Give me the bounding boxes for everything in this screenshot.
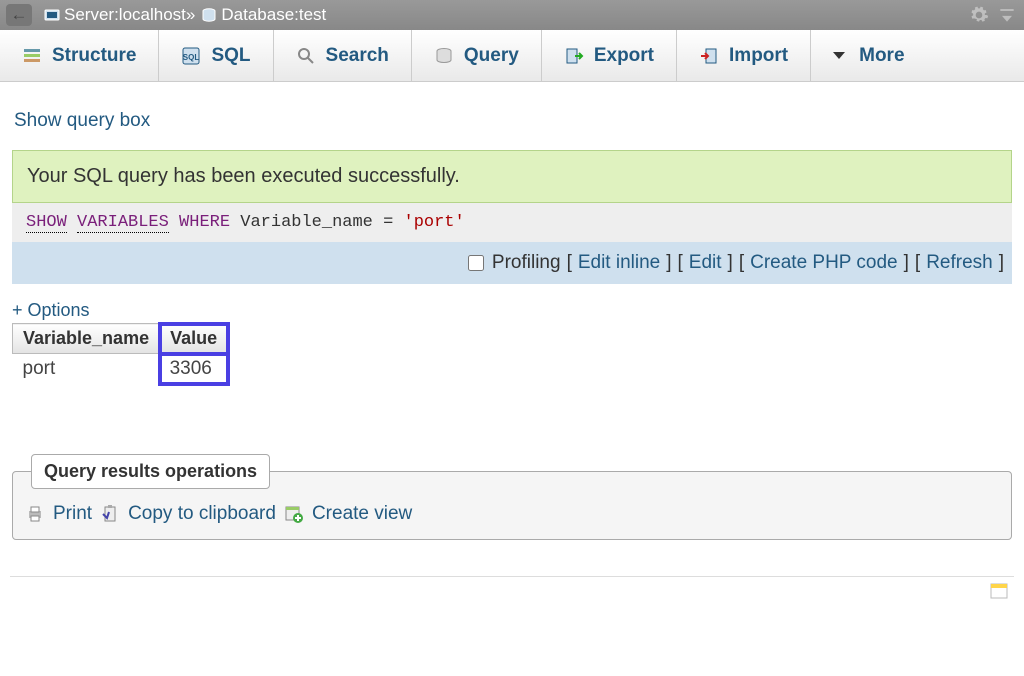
profiling-checkbox[interactable] [468,255,484,271]
breadcrumb-db-label: Database: [221,5,299,25]
tab-label: Import [729,45,788,67]
cell-variable-name: port [13,354,160,385]
clipboard-icon [100,504,120,524]
edit-link[interactable]: Edit [689,252,722,274]
create-view-link[interactable]: Create view [312,503,412,525]
tabs: Structure SQL SQL Search Query Export Im… [0,30,1024,82]
sql-ident: Variable_name [240,213,373,232]
server-icon [44,7,60,23]
back-button[interactable]: ← [6,4,32,26]
tab-label: Export [594,45,654,67]
ops-legend: Query results operations [31,454,270,489]
tab-query[interactable]: Query [412,30,542,81]
table-row: port 3306 [13,354,228,385]
profiling-label: Profiling [492,252,561,274]
copy-clipboard-link[interactable]: Copy to clipboard [128,503,276,525]
tab-sql[interactable]: SQL SQL [159,30,273,81]
edit-inline-link[interactable]: Edit inline [578,252,660,274]
breadcrumb-server-label: Server: [64,5,119,25]
tab-export[interactable]: Export [542,30,677,81]
sql-keyword: WHERE [179,213,230,232]
export-icon [564,46,584,66]
tab-label: More [859,45,904,67]
sql-string: 'port' [404,213,465,232]
success-message: Your SQL query has been executed success… [12,150,1012,203]
sql-keyword: VARIABLES [77,213,169,233]
breadcrumb: ← Server: localhost » Database: test [0,0,1024,30]
query-icon [434,46,454,66]
col-variable-name[interactable]: Variable_name [13,324,160,354]
options-link[interactable]: + Options [12,300,1014,321]
search-icon [296,46,316,66]
breadcrumb-server-link[interactable]: localhost [119,5,186,25]
breadcrumb-db-link[interactable]: test [299,5,326,25]
chevron-down-icon [833,52,845,59]
sql-icon: SQL [181,46,201,66]
tab-structure[interactable]: Structure [0,30,159,81]
col-value[interactable]: Value [160,324,228,354]
tab-search[interactable]: Search [274,30,412,81]
window-icon[interactable] [990,583,1008,599]
query-actions: Profiling [Edit inline] [ Edit ] [ Creat… [12,242,1012,284]
query-results-operations: Query results operations Print Copy to c… [12,454,1012,540]
sql-keyword: SHOW [26,213,67,233]
tab-label: Query [464,45,519,67]
tab-import[interactable]: Import [677,30,811,81]
collapse-icon[interactable] [996,4,1018,26]
create-view-icon [284,504,304,524]
create-php-link[interactable]: Create PHP code [750,252,898,274]
tab-label: SQL [211,45,250,67]
tab-more[interactable]: More [811,30,926,81]
separator [10,576,1014,577]
tab-label: Structure [52,45,136,67]
breadcrumb-sep: » [186,5,195,25]
svg-text:SQL: SQL [183,53,200,62]
database-icon [201,7,217,23]
show-query-box-link[interactable]: Show query box [14,110,1010,132]
cell-value: 3306 [160,354,228,385]
sql-query-display: SHOW VARIABLES WHERE Variable_name = 'po… [12,203,1012,242]
print-icon [25,504,45,524]
structure-icon [22,46,42,66]
result-table: Variable_name Value port 3306 [12,323,228,384]
gear-icon[interactable] [968,4,990,26]
refresh-link[interactable]: Refresh [926,252,993,274]
tab-label: Search [326,45,389,67]
back-arrow-icon: ← [11,5,28,25]
print-link[interactable]: Print [53,503,92,525]
import-icon [699,46,719,66]
table-header-row: Variable_name Value [13,324,228,354]
